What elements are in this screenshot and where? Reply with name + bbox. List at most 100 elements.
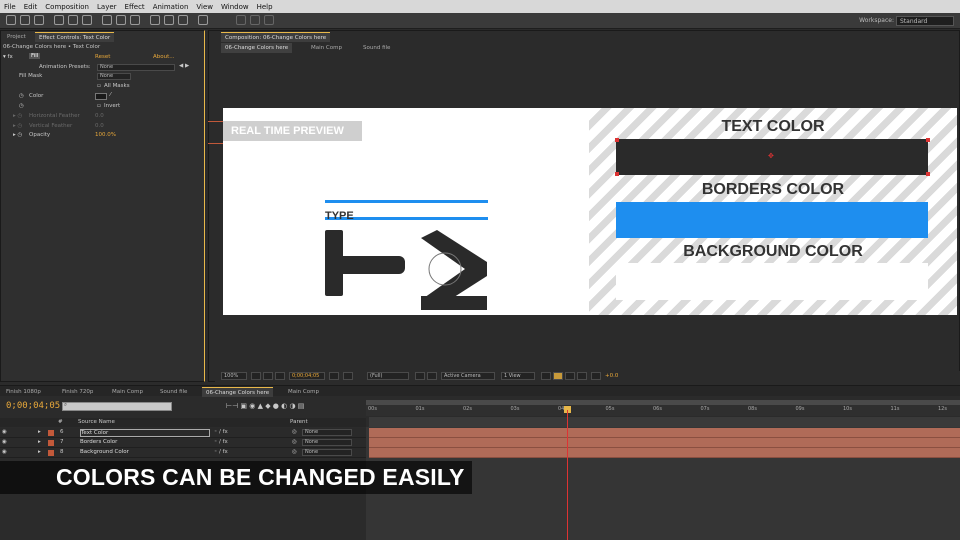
expand-arrow-icon[interactable]: ▸ ◷ [13,123,22,129]
anchor-point-icon[interactable]: ✥ [768,152,774,160]
viewer-timecode[interactable]: 0;00;04;05 [289,372,325,380]
menu-item-effect[interactable]: Effect [125,3,145,11]
menu-item-view[interactable]: View [196,3,213,11]
composition-viewer[interactable]: REAL TIME PREVIEW TYPE TEXT COLOR ✥ BORD… [223,108,957,315]
label-color-swatch[interactable] [48,450,54,456]
brush-tool-icon[interactable] [150,15,160,25]
all-masks-checkbox[interactable]: ▫ [97,83,101,89]
rotate-tool-icon[interactable] [54,15,64,25]
parent-link-icon[interactable]: ◎ [292,449,297,455]
visibility-eye-icon[interactable]: ◉ [2,449,7,455]
layer-row[interactable]: ◉ ▸ 6 Text Color ◦ / fx ◎ None [0,428,366,438]
timeline-switch-icons[interactable]: ⊢⊣ ▣ ◉ ▲ ◆ ● ◐ ◑ ▤ [226,402,304,410]
tl-tab-finish-720[interactable]: Finish 720p [58,387,97,397]
label-color-swatch[interactable] [48,430,54,436]
tl-tab-finish-1080[interactable]: Finish 1080p [2,387,45,397]
timeline-icon[interactable] [565,372,575,380]
eraser-tool-icon[interactable] [178,15,188,25]
parent-select[interactable]: None [302,439,352,446]
preset-nav-arrows-icon[interactable]: ◀ ▶ [179,63,189,69]
stopwatch-icon[interactable]: ◷ [19,93,24,99]
layer-switches-icon[interactable]: ◦ / fx [214,429,228,435]
layer-duration-bar[interactable] [369,448,960,458]
layer-search-input[interactable] [62,402,172,411]
flowchart-icon[interactable] [577,372,587,380]
opacity-value[interactable]: 100.0% [95,132,116,138]
zoom-tool-icon[interactable] [34,15,44,25]
mask-tool-icon[interactable] [102,15,112,25]
fill-mask-select[interactable]: None [97,73,131,80]
color-channel-icon[interactable] [343,372,353,380]
reset-link[interactable]: Reset [95,54,110,60]
visibility-eye-icon[interactable]: ◉ [2,429,7,435]
stopwatch-icon[interactable]: ◷ [19,103,24,109]
effect-name[interactable]: Fill [29,53,41,59]
hand-tool-icon[interactable] [20,15,30,25]
axis-view-icon[interactable] [264,15,274,25]
fx-icon[interactable]: ▾ fx [3,54,13,60]
comp-tab-main[interactable]: Main Comp [307,43,346,53]
resolution-select[interactable]: (Full) [367,372,409,380]
tl-tab-sound-file[interactable]: Sound file [156,387,191,397]
parent-select[interactable]: None [302,449,352,456]
expand-arrow-icon[interactable]: ▸ [38,449,41,455]
menu-item-window[interactable]: Window [221,3,249,11]
horizontal-feather-value[interactable]: 0.0 [95,113,104,119]
transform-handle[interactable] [926,138,930,142]
layer-switches-icon[interactable]: ◦ / fx [214,439,228,445]
axis-mode-icon[interactable] [236,15,246,25]
camera-select[interactable]: Active Camera [441,372,495,380]
parent-link-icon[interactable]: ◎ [292,439,297,445]
layer-switches-icon[interactable]: ◦ / fx [214,449,228,455]
layer-name[interactable]: Text Color [80,429,210,437]
transform-handle[interactable] [615,172,619,176]
puppet-tool-icon[interactable] [198,15,208,25]
time-ruler[interactable]: 00s 01s 02s 03s 04s 05s 06s 07s 08s 09s 10s 11s 12s [366,400,960,416]
reset-exposure-icon[interactable] [591,372,601,380]
layer-duration-bar[interactable] [369,428,960,438]
frame-icon[interactable] [251,372,261,380]
layer-row[interactable]: ◉ ▸ 7 Borders Color ◦ / fx ◎ None [0,438,366,448]
expand-arrow-icon[interactable]: ▸ ◷ [13,113,22,119]
animation-presets-select[interactable]: None [97,64,175,71]
menu-item-edit[interactable]: Edit [24,3,38,11]
comp-tab-current[interactable]: 06-Change Colors here [221,43,293,53]
toggle-pixel-aspect-icon[interactable] [541,372,551,380]
menu-item-composition[interactable]: Composition [45,3,89,11]
fast-preview-icon[interactable] [553,372,563,380]
tab-composition[interactable]: Composition: 06-Change Colors here [221,32,331,42]
layer-duration-bar[interactable] [369,438,960,448]
pan-behind-tool-icon[interactable] [82,15,92,25]
region-icon[interactable] [415,372,425,380]
menu-item-animation[interactable]: Animation [153,3,189,11]
tab-project[interactable]: Project [3,32,30,42]
axis-world-icon[interactable] [250,15,260,25]
snapshot-icon[interactable] [275,372,285,380]
layer-name[interactable]: Background Color [80,449,210,455]
tl-tab-main-comp[interactable]: Main Comp [108,387,147,397]
camera-tool-icon[interactable] [68,15,78,25]
invert-checkbox[interactable]: ▫ [97,103,101,109]
grid-icon[interactable] [263,372,273,380]
label-color-swatch[interactable] [48,440,54,446]
playhead-line[interactable] [567,410,568,540]
tl-tab-main-comp-2[interactable]: Main Comp [284,387,323,397]
visibility-eye-icon[interactable]: ◉ [2,439,7,445]
selection-tool-icon[interactable] [6,15,16,25]
menu-item-file[interactable]: File [4,3,16,11]
menu-item-layer[interactable]: Layer [97,3,117,11]
type-tool-icon[interactable] [130,15,140,25]
work-area-bar[interactable] [366,400,960,405]
parent-select[interactable]: None [302,429,352,436]
workspace-select[interactable]: Standard [896,16,954,26]
clone-tool-icon[interactable] [164,15,174,25]
eyedropper-icon[interactable]: ⁄ [110,92,111,98]
expand-arrow-icon[interactable]: ▸ [38,439,41,445]
about-link[interactable]: About... [153,54,175,60]
transform-handle[interactable] [926,172,930,176]
vertical-feather-value[interactable]: 0.0 [95,123,104,129]
color-swatch[interactable] [95,93,107,100]
parent-link-icon[interactable]: ◎ [292,429,297,435]
tab-effect-controls[interactable]: Effect Controls: Text Color [35,32,115,42]
transform-handle[interactable] [615,138,619,142]
